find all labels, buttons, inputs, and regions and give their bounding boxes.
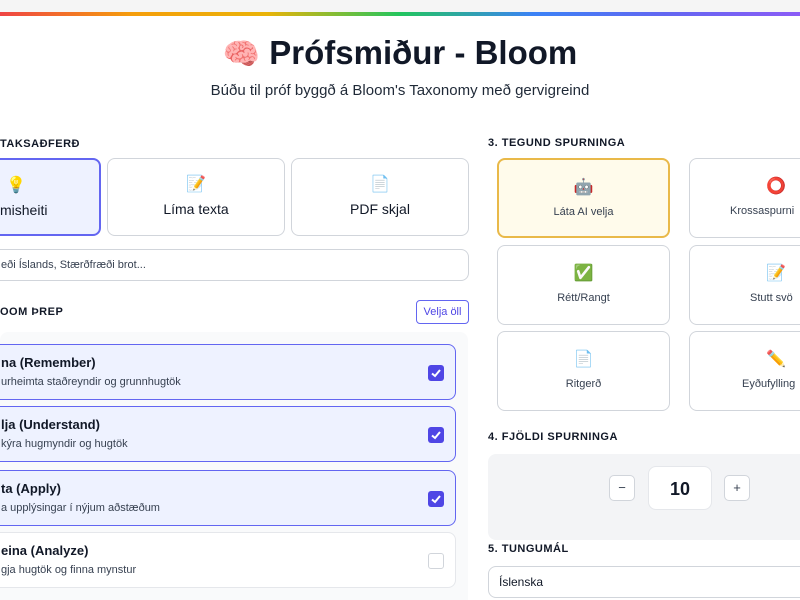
check-mark-icon: ✅ bbox=[573, 265, 594, 282]
bloom-level-desc: kýra hugmyndir og hugtök bbox=[1, 438, 128, 450]
select-all-button[interactable]: Velja öll bbox=[416, 300, 469, 324]
bloom-levels-label: OOM ÞREP bbox=[0, 306, 64, 318]
input-option-label: Líma texta bbox=[163, 201, 229, 217]
decrement-button[interactable]: − bbox=[609, 475, 635, 501]
bloom-level-desc: a upplýsingar í nýjum aðstæðum bbox=[1, 502, 160, 514]
bloom-level-remember[interactable]: na (Remember) urheimta staðreyndir og gr… bbox=[0, 344, 456, 400]
bloom-level-apply[interactable]: ta (Apply) a upplýsingar í nýjum aðstæðu… bbox=[0, 470, 456, 526]
input-option-label: PDF skjal bbox=[350, 201, 410, 217]
input-option-topic[interactable]: 💡 misheiti bbox=[0, 158, 101, 236]
topic-input[interactable]: eði Íslands, Stærðfræði brot... bbox=[0, 249, 469, 281]
app-main: 🧠 Prófsmiður - Bloom Búðu til próf byggð… bbox=[0, 16, 800, 600]
question-count-input[interactable]: 10 bbox=[648, 466, 712, 510]
brain-icon: 🧠 bbox=[222, 38, 261, 71]
qtype-essay[interactable]: 📄 Ritgerð bbox=[497, 331, 670, 411]
qtype-label: Eyðufylling bbox=[742, 378, 796, 390]
increment-button[interactable]: + bbox=[724, 475, 750, 501]
question-count-label: 4. FJÖLDI SPURNINGA bbox=[488, 431, 618, 443]
page-subtitle: Búðu til próf byggð á Bloom's Taxonomy m… bbox=[210, 82, 590, 99]
bloom-level-analyze[interactable]: eina (Analyze) gja hugtök og finna mynst… bbox=[0, 532, 456, 588]
memo-icon: 📝 bbox=[186, 176, 206, 193]
document-icon: 📄 bbox=[573, 351, 594, 368]
memo-icon: 📝 bbox=[766, 265, 786, 282]
check-icon bbox=[431, 495, 441, 504]
qtype-multiple-choice[interactable]: ⭕ Krossaspurni bbox=[689, 158, 800, 238]
page-title-text: Prófsmiður - Bloom bbox=[269, 34, 578, 71]
qtype-label: Rétt/Rangt bbox=[557, 292, 610, 304]
bloom-level-title: lja (Understand) bbox=[1, 417, 100, 432]
qtype-fill-blank[interactable]: ✏️ Eyðufylling bbox=[689, 331, 800, 411]
qtype-ai-choose[interactable]: 🤖 Láta AI velja bbox=[497, 158, 670, 238]
document-icon: 📄 bbox=[370, 176, 390, 193]
qtype-short-answer[interactable]: 📝 Stutt svö bbox=[689, 245, 800, 325]
qtype-true-false[interactable]: ✅ Rétt/Rangt bbox=[497, 245, 670, 325]
qtype-label: Stutt svö bbox=[750, 292, 793, 304]
radio-button-icon: ⭕ bbox=[766, 178, 786, 195]
bloom-levels-list: na (Remember) urheimta staðreyndir og gr… bbox=[0, 332, 468, 600]
input-option-label: misheiti bbox=[0, 202, 48, 218]
question-type-label: 3. TEGUND SPURNINGA bbox=[488, 137, 626, 149]
bloom-level-title: ta (Apply) bbox=[1, 481, 61, 496]
question-count-panel bbox=[488, 454, 800, 540]
check-icon bbox=[431, 431, 441, 440]
bloom-level-desc: urheimta staðreyndir og grunnhugtök bbox=[1, 376, 181, 388]
qtype-label: Láta AI velja bbox=[553, 206, 614, 218]
qtype-label: Krossaspurni bbox=[730, 205, 795, 217]
bloom-level-checkbox[interactable] bbox=[428, 491, 444, 507]
input-option-paste-text[interactable]: 📝 Líma texta bbox=[107, 158, 285, 236]
bloom-level-understand[interactable]: lja (Understand) kýra hugmyndir og hugtö… bbox=[0, 406, 456, 462]
check-icon bbox=[431, 369, 441, 378]
input-option-pdf[interactable]: 📄 PDF skjal bbox=[291, 158, 469, 236]
bloom-level-title: na (Remember) bbox=[1, 355, 96, 370]
lightbulb-icon: 💡 bbox=[6, 177, 26, 194]
language-select[interactable]: Íslenska bbox=[488, 566, 800, 598]
bloom-level-checkbox[interactable] bbox=[428, 427, 444, 443]
bloom-level-desc: gja hugtök og finna mynstur bbox=[1, 564, 137, 576]
bloom-level-title: eina (Analyze) bbox=[1, 543, 89, 558]
pencil-icon: ✏️ bbox=[766, 351, 786, 368]
bloom-level-checkbox[interactable] bbox=[428, 553, 444, 569]
qtype-label: Ritgerð bbox=[565, 378, 602, 390]
language-label: 5. TUNGUMÁL bbox=[488, 543, 569, 555]
page-title: 🧠 Prófsmiður - Bloom bbox=[0, 34, 800, 72]
input-method-label: TAKSAÐFERÐ bbox=[0, 138, 80, 150]
robot-icon: 🤖 bbox=[573, 179, 594, 196]
bloom-level-checkbox[interactable] bbox=[428, 365, 444, 381]
